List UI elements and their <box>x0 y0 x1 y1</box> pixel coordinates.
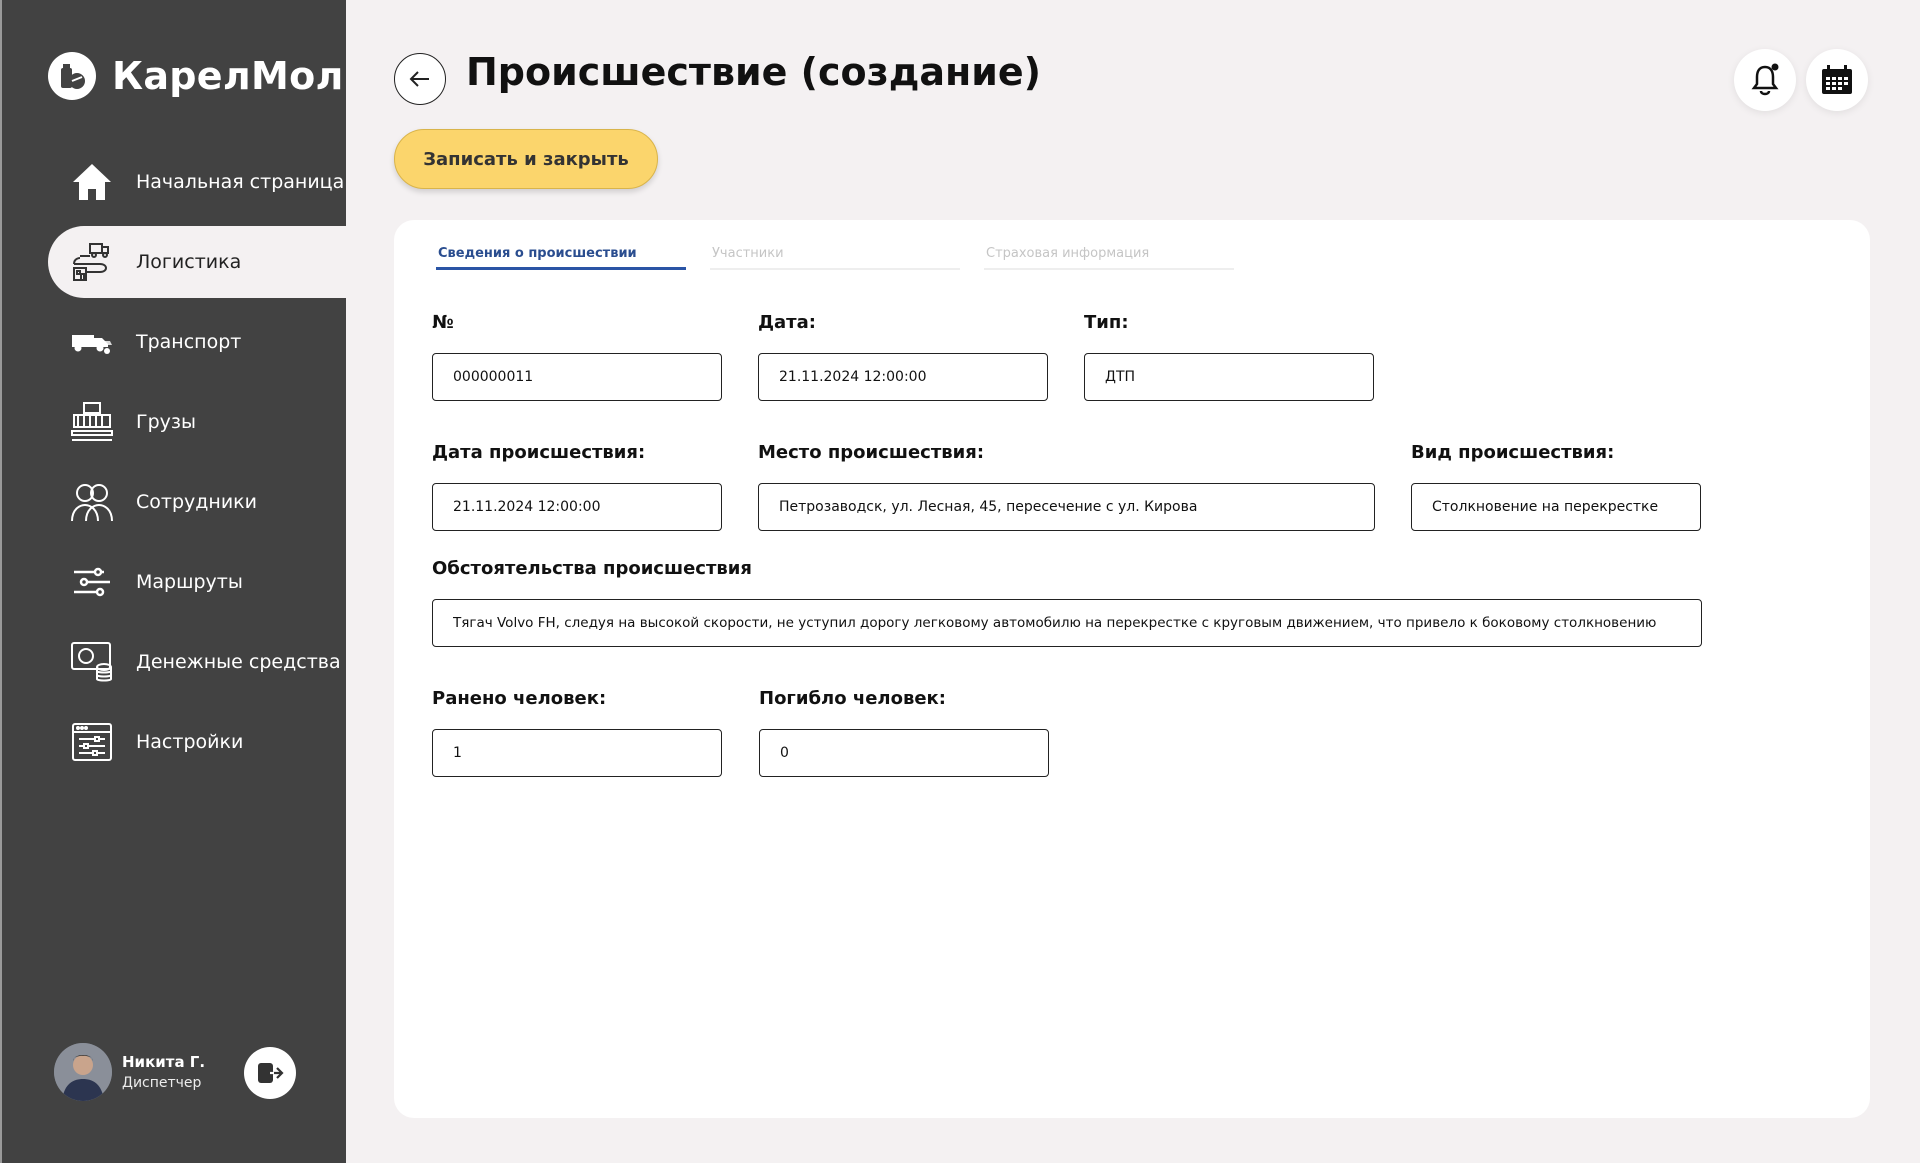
sidebar-item-label: Маршруты <box>136 571 243 593</box>
kind-field: Вид происшествия: <box>1411 442 1614 463</box>
back-button[interactable] <box>394 53 446 105</box>
logout-icon <box>258 1063 284 1083</box>
calendar-button[interactable] <box>1806 49 1868 111</box>
sidebar-item-label: Сотрудники <box>136 491 257 513</box>
type-input[interactable] <box>1084 353 1374 401</box>
place-label: Место происшествия: <box>758 442 985 463</box>
sidebar-item-employees[interactable]: Сотрудники <box>2 466 348 538</box>
employees-icon <box>70 480 114 524</box>
place-input[interactable] <box>758 483 1375 531</box>
date-input[interactable] <box>758 353 1048 401</box>
calendar-icon <box>1822 65 1852 94</box>
incident-form-card: Сведения о происшествии Участники Страхо… <box>394 220 1870 1118</box>
app-root: КарелМол Начальная страница Логистика Тр… <box>0 0 1920 1163</box>
sidebar-item-label: Начальная страница <box>136 171 345 193</box>
home-icon <box>70 160 114 204</box>
user-info: Никита Г. Диспетчер <box>122 1053 205 1091</box>
incident-date-input[interactable] <box>432 483 722 531</box>
sidebar-item-transport[interactable]: Транспорт <box>2 306 348 378</box>
incident-date-label: Дата происшествия: <box>432 442 646 463</box>
save-and-close-button[interactable]: Записать и закрыть <box>394 129 658 189</box>
date-label: Дата: <box>758 312 816 333</box>
routes-icon <box>70 560 114 604</box>
logistics-icon <box>70 240 114 284</box>
sidebar-item-routes[interactable]: Маршруты <box>2 546 348 618</box>
tab-insurance[interactable]: Страховая информация <box>984 246 1234 270</box>
number-field: № <box>432 312 454 333</box>
sidebar-nav: Начальная страница Логистика Транспорт Г… <box>2 146 348 786</box>
brand-logo[interactable]: КарелМол <box>48 52 344 100</box>
transport-icon <box>70 320 114 364</box>
sidebar-item-logistics[interactable]: Логистика <box>48 226 348 298</box>
injured-input[interactable] <box>432 729 722 777</box>
injured-label: Ранено человек: <box>432 688 607 709</box>
milk-logo-icon <box>48 52 96 100</box>
type-field: Тип: <box>1084 312 1129 333</box>
number-input[interactable] <box>432 353 722 401</box>
place-field: Место происшествия: <box>758 442 984 463</box>
sidebar-item-label: Логистика <box>136 251 242 273</box>
incident-date-field: Дата происшествия: <box>432 442 645 463</box>
tabs: Сведения о происшествии Участники Страхо… <box>436 246 1258 270</box>
bell-icon <box>1751 63 1779 96</box>
tab-participants[interactable]: Участники <box>710 246 960 270</box>
sidebar-item-label: Денежные средства <box>136 651 341 673</box>
type-label: Тип: <box>1084 312 1129 333</box>
user-profile[interactable]: Никита Г. Диспетчер <box>54 1043 205 1101</box>
sidebar-item-home[interactable]: Начальная страница <box>2 146 348 218</box>
tab-incident-details[interactable]: Сведения о происшествии <box>436 246 686 270</box>
number-label: № <box>432 312 454 333</box>
killed-field: Погибло человек: <box>759 688 946 709</box>
arrow-left-icon <box>409 71 429 87</box>
settings-icon <box>70 720 114 764</box>
date-field: Дата: <box>758 312 816 333</box>
user-role: Диспетчер <box>122 1075 202 1091</box>
circumstances-field: Обстоятельства происшествия <box>432 558 752 579</box>
sidebar-item-cargo[interactable]: Грузы <box>2 386 348 458</box>
brand-name: КарелМол <box>112 54 344 98</box>
sidebar: КарелМол Начальная страница Логистика Тр… <box>0 0 348 1163</box>
sidebar-item-settings[interactable]: Настройки <box>2 706 348 778</box>
killed-input[interactable] <box>759 729 1049 777</box>
logout-button[interactable] <box>244 1047 296 1099</box>
notifications-button[interactable] <box>1734 49 1796 111</box>
page-title: Происшествие (создание) <box>466 50 1042 94</box>
sidebar-item-label: Грузы <box>136 411 196 433</box>
sidebar-item-money[interactable]: Денежные средства <box>2 626 348 698</box>
user-name: Никита Г. <box>122 1053 206 1071</box>
sidebar-item-label: Настройки <box>136 731 244 753</box>
circumstances-input[interactable] <box>432 599 1702 647</box>
injured-field: Ранено человек: <box>432 688 606 709</box>
circumstances-label: Обстоятельства происшествия <box>432 558 752 579</box>
cargo-icon <box>70 400 114 444</box>
kind-label: Вид происшествия: <box>1411 442 1615 463</box>
kind-input[interactable] <box>1411 483 1701 531</box>
avatar <box>54 1043 112 1101</box>
killed-label: Погибло человек: <box>759 688 946 709</box>
money-icon <box>70 640 114 684</box>
sidebar-item-label: Транспорт <box>136 331 242 353</box>
